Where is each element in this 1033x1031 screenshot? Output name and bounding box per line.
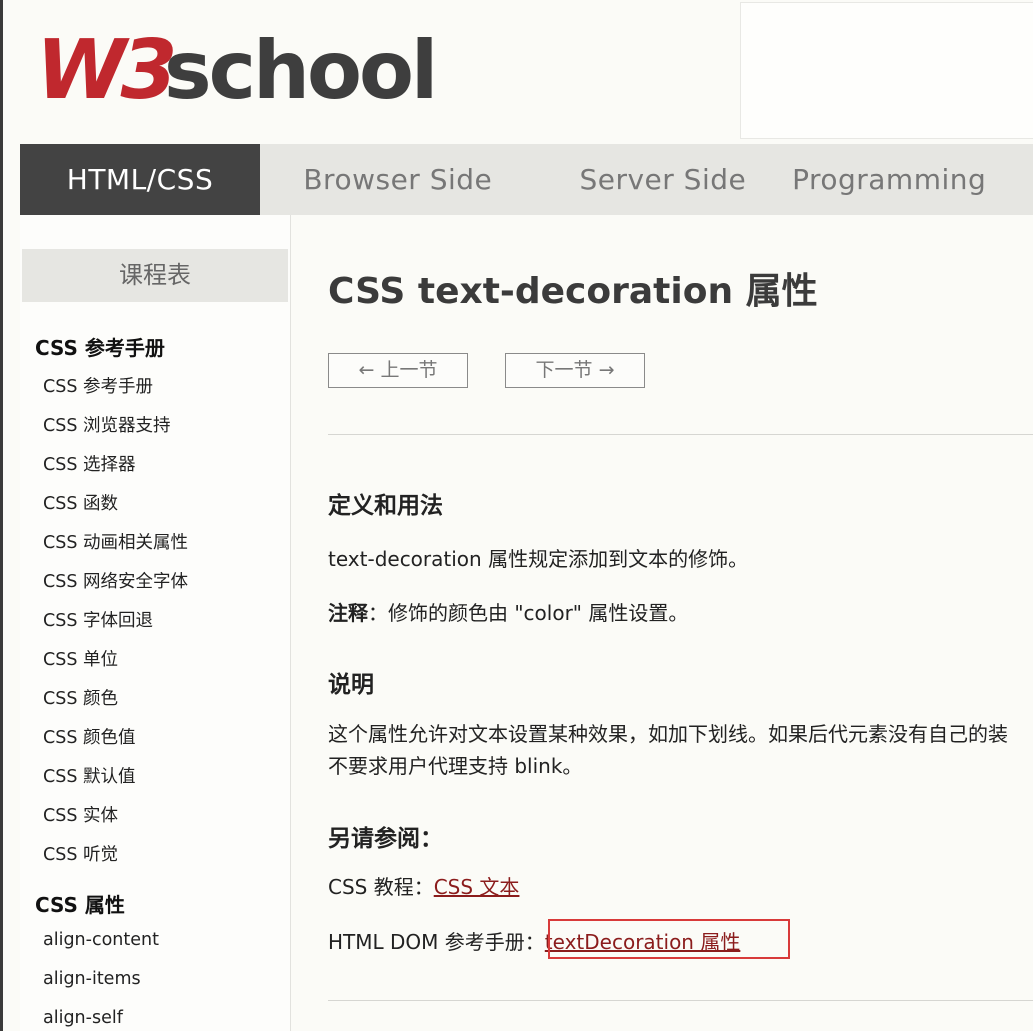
page-title: CSS text-decoration 属性 — [328, 271, 818, 312]
logo-w3: W3 — [36, 28, 173, 106]
prev-section-label: 上一节 — [380, 359, 438, 381]
top-nav: HTML/CSS Browser Side Server Side Progra… — [20, 144, 1033, 215]
note-label: 注释 — [328, 601, 368, 625]
dom-reference-label: HTML DOM 参考手册： — [328, 930, 545, 954]
header-ad-area — [740, 2, 1033, 139]
nav-html-css[interactable]: HTML/CSS — [20, 144, 260, 215]
description-heading: 说明 — [328, 672, 374, 698]
sidebar-section-title: CSS 参考手册 — [35, 336, 165, 360]
logo-school: school — [164, 28, 435, 106]
sidebar-item-align-items[interactable]: align-items — [43, 969, 141, 989]
sidebar-item-colors[interactable]: CSS 颜色 — [43, 685, 118, 710]
see-also-tutorial: CSS 教程：CSS 文本 — [328, 871, 519, 900]
highlight-box — [548, 919, 790, 959]
sidebar-item-entities[interactable]: CSS 实体 — [43, 802, 118, 827]
nav-server-side[interactable]: Server Side — [536, 144, 790, 215]
description-line-1: 这个属性允许对文本设置某种效果，如加下划线。如果后代元素没有自己的装 — [328, 722, 1008, 746]
sidebar-section-title: CSS 属性 — [35, 893, 125, 917]
definition-text: text-decoration 属性规定添加到文本的修饰。 — [328, 547, 749, 571]
sidebar-item-css-reference[interactable]: CSS 参考手册 — [43, 373, 153, 398]
sidebar-item-font-fallback[interactable]: CSS 字体回退 — [43, 607, 153, 632]
sidebar-item-web-safe-fonts[interactable]: CSS 网络安全字体 — [43, 568, 188, 593]
window-edge — [0, 0, 3, 1031]
next-section-button[interactable]: 下一节 → — [505, 353, 645, 388]
sidebar: 课程表 CSS 参考手册 CSS 参考手册 CSS 浏览器支持 CSS 选择器 … — [20, 215, 291, 1031]
arrow-right-icon: → — [598, 359, 615, 381]
description-line-2: 不要求用户代理支持 blink。 — [328, 754, 583, 778]
next-section-label: 下一节 — [535, 359, 593, 381]
w3school-logo[interactable]: W3 school — [36, 28, 436, 106]
see-also-heading: 另请参阅： — [328, 826, 443, 852]
arrow-left-icon: ← — [358, 359, 375, 381]
sidebar-item-align-content[interactable]: align-content — [43, 930, 159, 950]
sidebar-item-defaults[interactable]: CSS 默认值 — [43, 763, 136, 788]
prev-section-button[interactable]: ← 上一节 — [328, 353, 468, 388]
note-paragraph: 注释：修饰的颜色由 "color" 属性设置。 — [328, 597, 688, 626]
nav-browser-side[interactable]: Browser Side — [260, 144, 536, 215]
divider — [328, 1000, 1033, 1001]
tutorial-label: CSS 教程： — [328, 875, 434, 899]
divider — [328, 434, 1033, 435]
sidebar-item-animation[interactable]: CSS 动画相关属性 — [43, 529, 188, 554]
note-text: ：修饰的颜色由 "color" 属性设置。 — [368, 601, 689, 625]
sidebar-item-aural[interactable]: CSS 听觉 — [43, 841, 118, 866]
definition-heading: 定义和用法 — [328, 493, 443, 519]
sidebar-title: 课程表 — [22, 249, 288, 302]
css-text-tutorial-link[interactable]: CSS 文本 — [434, 875, 520, 899]
sidebar-item-units[interactable]: CSS 单位 — [43, 646, 118, 671]
nav-programming[interactable]: Programming — [790, 144, 1033, 215]
sidebar-item-functions[interactable]: CSS 函数 — [43, 490, 118, 515]
sidebar-item-selectors[interactable]: CSS 选择器 — [43, 451, 136, 476]
sidebar-item-browser-support[interactable]: CSS 浏览器支持 — [43, 412, 171, 437]
sidebar-item-color-values[interactable]: CSS 颜色值 — [43, 724, 136, 749]
sidebar-item-align-self[interactable]: align-self — [43, 1008, 123, 1028]
